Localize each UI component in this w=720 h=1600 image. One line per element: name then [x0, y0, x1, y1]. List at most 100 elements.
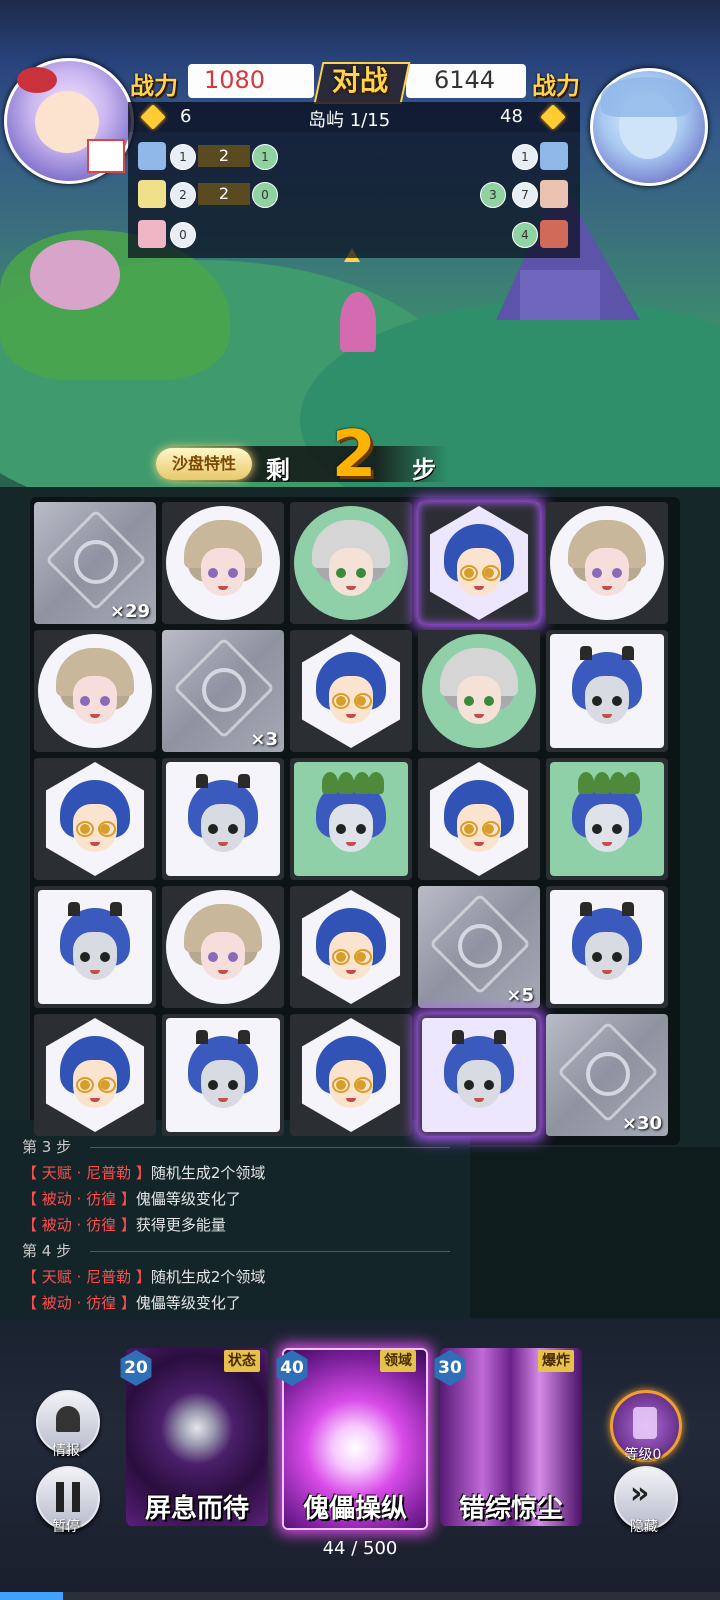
board-tile[interactable]: [34, 1014, 156, 1136]
island-progress: 岛屿 1/15: [308, 110, 391, 131]
horned-character-icon: [444, 1030, 514, 1118]
glasses-lens: [460, 565, 478, 581]
stone-block-tile[interactable]: ×30: [546, 1014, 668, 1136]
stone-count: ×29: [109, 601, 150, 622]
steps-suffix: 步: [412, 456, 436, 484]
stone-block-tile[interactable]: ×29: [34, 502, 156, 624]
pause-icon: [72, 1482, 80, 1512]
ally-unit-avatar[interactable]: [138, 142, 166, 170]
ally-unit-token: 1: [170, 144, 196, 170]
log-divider: [90, 1147, 450, 1148]
skill-card-name: 错综惊尘: [458, 1494, 563, 1524]
leaf-character-icon: [572, 772, 642, 862]
stone-ring-icon: [458, 924, 502, 968]
horned-character-icon: [188, 1030, 258, 1118]
character-eye: [336, 824, 346, 834]
glasses-lens: [76, 821, 94, 837]
board-tile[interactable]: [546, 886, 668, 1008]
board-tile[interactable]: [418, 1014, 540, 1136]
power-bar: 战力 1080 对战 6144 战力: [128, 62, 592, 104]
character-eye: [228, 952, 238, 962]
stone-count: ×3: [250, 729, 278, 750]
board-tile[interactable]: [162, 886, 284, 1008]
glasses-lens: [98, 1077, 116, 1093]
board-tile[interactable]: [290, 886, 412, 1008]
ally-unit-count: 2: [198, 183, 250, 205]
board-tile[interactable]: [546, 502, 668, 624]
skill-card-type: 状态: [224, 1350, 260, 1372]
horn-icon: [110, 902, 122, 916]
board-tile[interactable]: [290, 502, 412, 624]
steps-remaining: 2: [331, 418, 377, 492]
horn-icon: [580, 902, 592, 916]
level-label: 等级0: [624, 1447, 662, 1463]
energy-counter: 44 / 500: [322, 1538, 398, 1559]
board-tile[interactable]: [34, 630, 156, 752]
board-tile[interactable]: [34, 886, 156, 1008]
board-tile[interactable]: [546, 630, 668, 752]
enemy-unit-token: 7: [512, 182, 538, 208]
log-entry: 【 被动 · 彷徨 】获得更多能量: [22, 1214, 226, 1235]
ally-unit-count: 2: [198, 145, 250, 167]
board-tile[interactable]: [418, 502, 540, 624]
player-score: 6: [180, 106, 192, 127]
board-tile[interactable]: [546, 758, 668, 880]
board-tile[interactable]: [162, 1014, 284, 1136]
pause-label: 暂停: [52, 1519, 80, 1535]
siren-icon: [56, 1406, 80, 1432]
stone-block-tile[interactable]: ×3: [162, 630, 284, 752]
enemy-hair: [601, 77, 691, 117]
character-eye: [80, 952, 90, 962]
player-avatar[interactable]: [4, 58, 134, 184]
character-eye: [100, 952, 110, 962]
character-eye: [208, 568, 218, 578]
leaf-icon: [368, 772, 384, 794]
board-tile[interactable]: [418, 758, 540, 880]
character-eye: [592, 568, 602, 578]
power-label-left: 战力: [130, 72, 178, 100]
log-entry: 【 天赋 · 尼普勒 】随机生成2个领域: [22, 1162, 265, 1183]
enemy-avatar[interactable]: [590, 68, 708, 186]
board-tile[interactable]: [34, 758, 156, 880]
enemy-unit-avatar[interactable]: [540, 220, 568, 248]
board-tile[interactable]: [418, 630, 540, 752]
horn-icon: [238, 774, 250, 788]
leaf-icon: [322, 772, 338, 794]
board-tile[interactable]: [290, 758, 412, 880]
board-tile[interactable]: [162, 502, 284, 624]
ally-unit-level: 0: [252, 182, 278, 208]
log-entry-tag: 【 天赋 · 尼普勒 】: [22, 1164, 151, 1182]
ally-unit-avatar[interactable]: [138, 180, 166, 208]
scene-house: [520, 270, 600, 320]
glasses-lens: [354, 1077, 372, 1093]
energy-bar-fill: [0, 1592, 63, 1600]
log-entry-tag: 【 天赋 · 尼普勒 】: [22, 1268, 151, 1286]
ally-unit-avatar[interactable]: [138, 220, 166, 248]
enemy-unit-avatar[interactable]: [540, 180, 568, 208]
log-step-header: 第 4 步: [22, 1242, 72, 1260]
leaf-icon: [624, 772, 640, 794]
log-entry-text: 随机生成2个领域: [150, 1164, 266, 1182]
character-eye: [208, 824, 218, 834]
puppet-icon: [633, 1407, 657, 1439]
glasses-lens: [482, 565, 500, 581]
horn-icon: [622, 646, 634, 660]
match-info-bar: 6 岛屿 1/15 48: [128, 102, 580, 132]
stone-block-tile[interactable]: ×5: [418, 886, 540, 1008]
player-bow-icon: [17, 67, 57, 93]
board-tile[interactable]: [290, 630, 412, 752]
character-eye: [612, 824, 622, 834]
horned-character-icon: [60, 902, 130, 990]
glasses-character-icon: [60, 780, 130, 862]
sandbox-feature-button[interactable]: 沙盘特性: [156, 448, 252, 480]
horn-icon: [196, 774, 208, 788]
character-eye: [464, 1080, 474, 1090]
character-eye: [208, 952, 218, 962]
ally-unit-token: 0: [170, 222, 196, 248]
glasses-character-icon: [316, 652, 386, 734]
board-tile[interactable]: [162, 758, 284, 880]
stone-ring-icon: [74, 540, 118, 584]
team-panel: 1 2 1 2 2 0 0 1 3 7 4: [128, 132, 580, 258]
enemy-unit-avatar[interactable]: [540, 142, 568, 170]
board-tile[interactable]: [290, 1014, 412, 1136]
